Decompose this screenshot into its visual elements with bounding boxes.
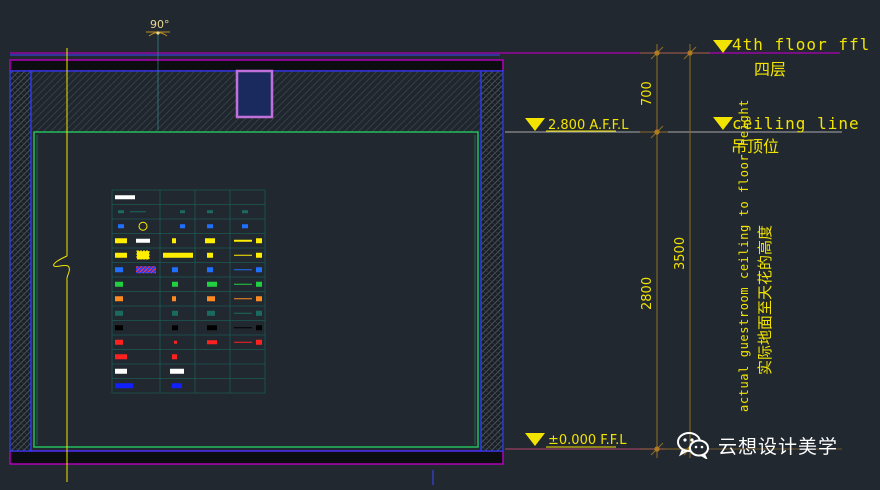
legend-swatch: [172, 296, 176, 302]
legend-swatch: [234, 269, 252, 271]
level-label-ceiling-line: ceiling line: [732, 114, 860, 133]
legend-swatch: [180, 224, 185, 229]
legend-swatch: [207, 252, 213, 258]
legend-swatch: [115, 296, 123, 302]
level-label-4th-floor: 4th floor ffl: [732, 35, 870, 54]
legend-swatch: [207, 296, 215, 302]
legend-swatch: [170, 368, 184, 374]
legend-swatch: [207, 210, 213, 214]
legend-swatch: [115, 339, 123, 345]
legend-swatch: [256, 339, 262, 345]
vertical-note-cn: 实际地面至天花的高度: [756, 225, 774, 375]
legend-swatch: [234, 327, 252, 329]
legend-swatch: [256, 267, 262, 273]
legend-swatch: [234, 283, 252, 285]
legend-swatch: [115, 238, 127, 244]
legend-swatch: [172, 238, 176, 244]
legend-swatch: [256, 252, 262, 258]
legend-swatch: [256, 296, 262, 302]
legend-swatch: [115, 368, 127, 374]
legend-swatch: [234, 312, 252, 314]
legend-swatch: [115, 325, 123, 331]
legend-swatch: [172, 325, 178, 331]
legend-swatch: [207, 340, 217, 345]
legend-swatch: [207, 325, 217, 331]
level-line-4th-floor: [10, 52, 840, 56]
legend-swatch: [207, 281, 217, 287]
right-wall: [480, 70, 504, 452]
legend-swatch: [234, 341, 252, 343]
legend-swatch: [234, 239, 252, 242]
legend-table: [111, 189, 266, 394]
level-marker-4th-floor: [713, 40, 733, 53]
legend-swatch: [172, 281, 178, 287]
level-label-4th-floor-cn: 四层: [754, 60, 786, 79]
legend-swatch: [163, 252, 193, 258]
legend-swatch: [256, 325, 262, 331]
legend-swatch: [205, 238, 215, 244]
legend-swatch: [115, 267, 123, 273]
legend-swatch: [172, 383, 182, 389]
legend-swatch: [172, 267, 178, 273]
top-slab: [9, 59, 504, 72]
legend-swatch: [136, 238, 150, 243]
level-label-floor-ffl: ±0.000 F.F.L: [548, 433, 627, 448]
legend-swatch: [115, 252, 127, 258]
legend-swatch: [137, 251, 149, 260]
legend-swatch: [172, 310, 178, 316]
legend-swatch: [174, 340, 177, 344]
legend-swatch: [234, 254, 252, 256]
legend-swatch: [115, 354, 127, 360]
legend-swatch: [180, 210, 185, 214]
ceiling-light-fixture: [235, 69, 274, 119]
legend-swatch: [242, 224, 248, 229]
left-wall: [9, 70, 32, 452]
legend-swatch: [207, 267, 213, 273]
legend-swatch: [130, 211, 146, 213]
vertical-note-en: actual guestroom ceiling to floor height: [737, 99, 751, 412]
legend-swatch: [115, 195, 135, 200]
dimension-700: 700: [640, 81, 655, 106]
legend-swatch: [118, 210, 124, 214]
level-label-ceiling-affl: 2.800 A.F.F.L: [548, 118, 629, 133]
legend-swatch: [234, 298, 252, 300]
legend-swatch: [242, 210, 248, 214]
legend-swatch: [136, 266, 156, 274]
legend-symbol-circle: [138, 221, 148, 231]
svg-text:90°: 90°: [150, 18, 170, 31]
legend-swatch: [256, 281, 262, 287]
legend-swatch: [207, 310, 215, 316]
level-marker-ceiling-line: [713, 117, 733, 130]
legend-swatch: [172, 354, 177, 360]
watermark-text: 云想设计美学: [718, 435, 839, 458]
legend-swatch: [256, 310, 262, 316]
legend-swatch: [256, 238, 262, 244]
bottom-slab: [9, 450, 504, 465]
legend-swatch: [115, 383, 133, 389]
legend-swatch: [207, 224, 213, 229]
wall-elevation-frame: [33, 131, 479, 448]
watermark: 云想设计美学: [676, 428, 838, 462]
legend-swatch: [115, 281, 123, 287]
dimension-2800: 2800: [640, 277, 655, 310]
wechat-icon: [677, 432, 709, 459]
angle-marker: 90°: [146, 18, 170, 37]
legend-swatch: [118, 224, 124, 229]
cad-drawing-canvas[interactable]: 90° 700 2800 3500 4th floor ffl 四层 ceili…: [0, 0, 880, 485]
legend-swatch: [115, 310, 123, 316]
dimension-3500: 3500: [673, 237, 688, 270]
